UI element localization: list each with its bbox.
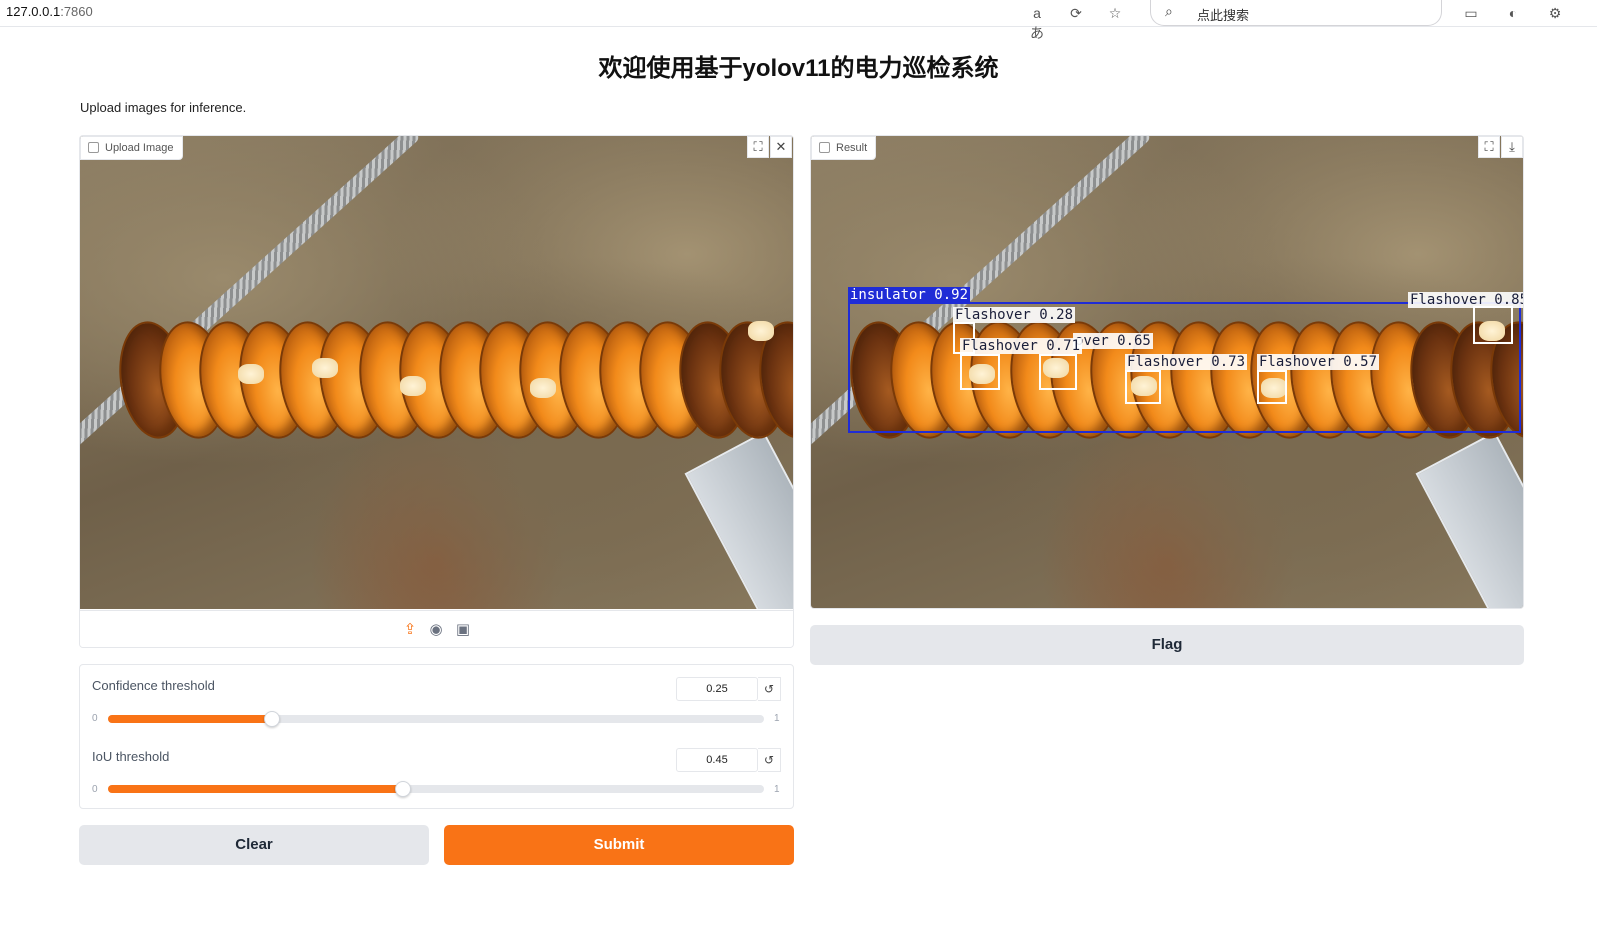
fullscreen-icon[interactable]: ⛶ [747, 136, 769, 158]
iou-reset-icon[interactable]: ↺ [758, 748, 781, 772]
detection-label: Flashover 0.73 [1125, 354, 1248, 370]
detection-box-flashover [1257, 370, 1287, 404]
slider-fill [108, 715, 272, 723]
slider-thumb[interactable] [264, 711, 280, 727]
slider-min-label: 0 [92, 784, 98, 795]
detection-label: Flashover 0.28 [953, 307, 1076, 323]
upload-image-label: Upload Image [80, 136, 183, 160]
slider-min-label: 0 [92, 713, 98, 724]
iou-threshold-input[interactable]: 0.45 [676, 748, 758, 772]
slider-max-label: 1 [774, 713, 780, 724]
detection-box-flashover [1125, 370, 1161, 404]
confidence-threshold-slider[interactable] [108, 711, 764, 727]
close-icon[interactable]: ✕ [770, 136, 792, 158]
fullscreen-icon[interactable]: ⛶ [1478, 136, 1500, 158]
favorite-star-icon[interactable]: ☆ [1105, 3, 1125, 23]
webcam-icon[interactable]: ◉ [427, 621, 445, 639]
image-icon [88, 142, 99, 153]
detection-box-flashover [960, 354, 1000, 390]
download-icon[interactable]: ⤓ [1501, 136, 1523, 158]
screenshot-icon[interactable]: ▭ [1461, 3, 1481, 23]
threshold-settings: Confidence threshold 0.25 ↺ 0 1 IoU thre… [79, 664, 794, 809]
clipboard-icon[interactable]: ▣ [454, 621, 472, 639]
search-icon: ⌕ [1165, 3, 1173, 19]
confidence-threshold-input[interactable]: 0.25 [676, 677, 758, 701]
detection-label: Flashover 0.85 [1408, 292, 1523, 308]
slider-fill [108, 785, 404, 793]
page-description: Upload images for inference. [80, 100, 247, 115]
refresh-icon[interactable]: ⟳ [1066, 3, 1086, 23]
url-port: :7860 [60, 4, 93, 19]
iou-threshold-label: IoU threshold [92, 749, 170, 764]
browser-search-box[interactable]: ⌕ 点此搜索 [1150, 0, 1442, 26]
upload-source-toolbar: ⇪ ◉ ▣ [80, 610, 793, 647]
extension-icon[interactable]: ◐ [1503, 3, 1523, 23]
browser-toolbar: 127.0.0.1:7860 aあ ⟳ ☆ ⌕ 点此搜索 ▭ ◐ ⚙ [0, 0, 1597, 41]
result-image-panel: insulator 0.92 Flashover 0.28 over 0.65 … [810, 135, 1524, 609]
slider-thumb[interactable] [395, 781, 412, 797]
confidence-reset-icon[interactable]: ↺ [758, 677, 781, 701]
page-title: 欢迎使用基于yolov11的电力巡检系统 [598, 55, 999, 82]
image-icon [819, 142, 830, 153]
settings-gear-icon[interactable]: ⚙ [1545, 3, 1565, 23]
detection-label: Flashover 0.71 [960, 338, 1083, 354]
detection-box-flashover [1039, 354, 1077, 390]
result-image: insulator 0.92 Flashover 0.28 over 0.65 … [811, 136, 1523, 608]
iou-threshold-slider[interactable] [108, 781, 764, 797]
result-label: Result [811, 136, 877, 160]
search-placeholder: 点此搜索 [1197, 8, 1250, 23]
address-bar[interactable]: 127.0.0.1:7860 [6, 4, 93, 19]
detection-label: insulator 0.92 [848, 287, 971, 303]
detection-label: over 0.65 [1073, 333, 1153, 349]
submit-button[interactable]: Submit [444, 825, 794, 865]
detection-label: Flashover 0.57 [1257, 354, 1380, 370]
confidence-threshold-label: Confidence threshold [92, 678, 215, 693]
metal-bracket [684, 431, 793, 609]
slider-max-label: 1 [774, 784, 780, 795]
upload-icon[interactable]: ⇪ [401, 621, 419, 639]
read-aloud-icon[interactable]: aあ [1027, 3, 1047, 41]
uploaded-image [80, 136, 793, 609]
clear-button[interactable]: Clear [79, 825, 429, 865]
upload-image-panel[interactable]: Upload Image ⛶ ✕ ⇪ ◉ ▣ [79, 135, 794, 648]
detection-box-flashover [1473, 306, 1513, 344]
url-host: 127.0.0.1 [6, 4, 61, 19]
flag-button[interactable]: Flag [810, 625, 1524, 665]
